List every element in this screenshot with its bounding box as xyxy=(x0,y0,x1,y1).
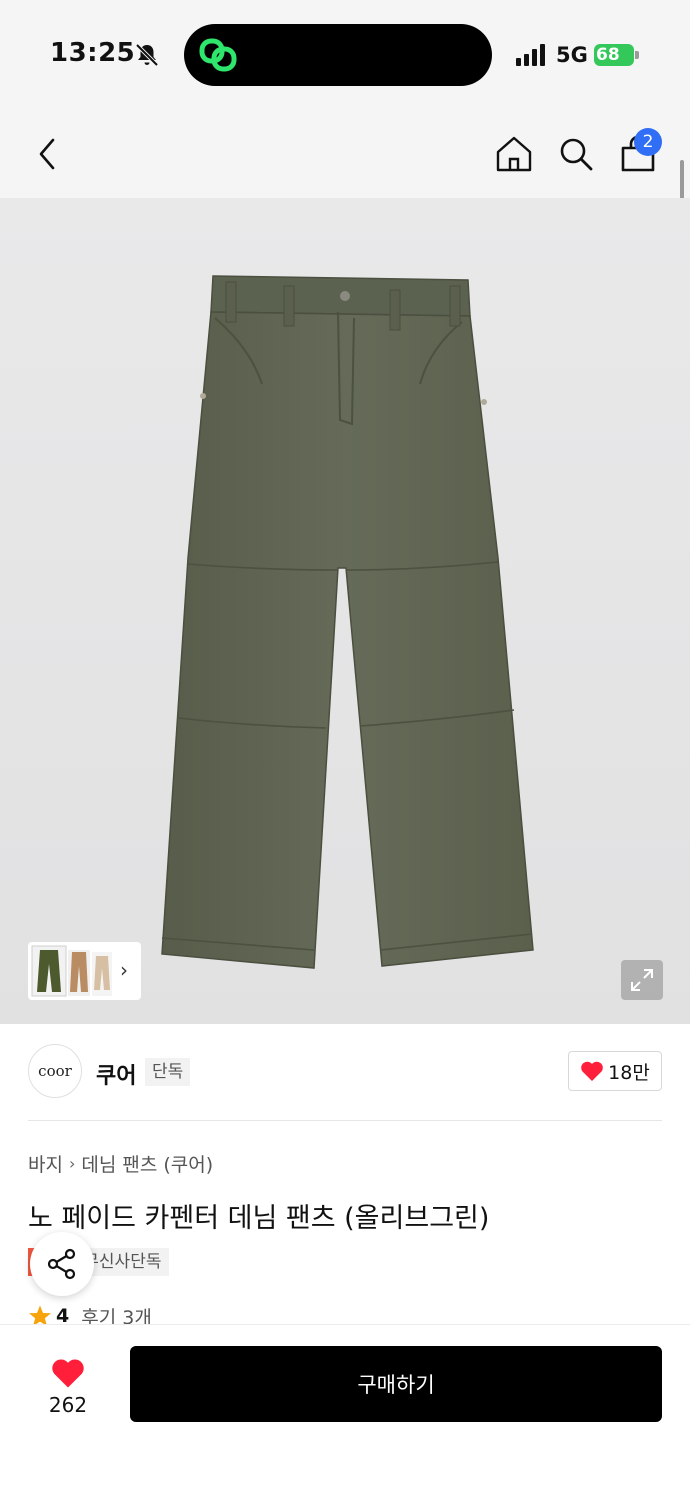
top-nav xyxy=(0,110,690,198)
search-button[interactable] xyxy=(552,130,600,178)
status-time: 13:25 xyxy=(50,38,136,68)
search-icon xyxy=(560,138,593,171)
chevron-right-icon: › xyxy=(68,1154,76,1173)
product-photo xyxy=(161,275,534,969)
brand-name[interactable]: 쿠어 xyxy=(96,1058,136,1090)
bottom-action-bar: 262 구매하기 xyxy=(0,1324,690,1500)
signal-icon xyxy=(516,44,545,66)
breadcrumb: 바지 › 데님 팬츠 (쿠어) xyxy=(28,1150,213,1177)
product-title: 노 페이드 카펜터 데님 팬츠 (올리브그린) xyxy=(28,1203,490,1234)
brand-like-button[interactable]: 18만 xyxy=(568,1051,662,1091)
home-button[interactable] xyxy=(490,130,538,178)
heart-icon xyxy=(52,1359,84,1388)
divider xyxy=(28,1120,662,1121)
bell-slash-icon xyxy=(135,43,159,67)
app-link-icon xyxy=(199,38,237,72)
chevron-right-icon: › xyxy=(120,958,128,982)
product-image-gallery[interactable]: › xyxy=(0,198,690,1024)
network-label: 5G xyxy=(556,43,588,67)
cart-count-badge: 2 xyxy=(634,128,662,156)
battery-level: 68 xyxy=(596,45,620,65)
buy-button[interactable]: 구매하기 xyxy=(130,1346,662,1422)
color-thumbnails[interactable]: › xyxy=(28,942,141,1000)
brand-row: coor 쿠어 단독 18만 xyxy=(0,1024,690,1120)
wishlist-count: 262 xyxy=(48,1393,88,1417)
wishlist-button[interactable]: 262 xyxy=(28,1347,108,1427)
dynamic-island xyxy=(184,24,492,86)
heart-icon xyxy=(581,1061,603,1081)
brand-logo[interactable]: coor xyxy=(28,1044,82,1098)
exclusive-tag: 단독 xyxy=(145,1058,191,1086)
share-icon xyxy=(47,1248,76,1280)
back-icon xyxy=(39,138,55,170)
home-icon xyxy=(496,136,532,172)
share-button[interactable] xyxy=(30,1232,94,1296)
status-bar: 13:25 5G 68 xyxy=(0,0,690,110)
breadcrumb-subcategory[interactable]: 데님 팬츠 (쿠어) xyxy=(81,1150,213,1177)
breadcrumb-category[interactable]: 바지 xyxy=(28,1150,63,1177)
battery-icon: 68 xyxy=(594,44,640,66)
thumbnail-images xyxy=(31,945,112,997)
expand-button[interactable] xyxy=(621,960,663,1000)
expand-icon xyxy=(631,969,653,991)
back-button[interactable] xyxy=(24,130,72,178)
brand-like-count: 18만 xyxy=(608,1061,650,1084)
